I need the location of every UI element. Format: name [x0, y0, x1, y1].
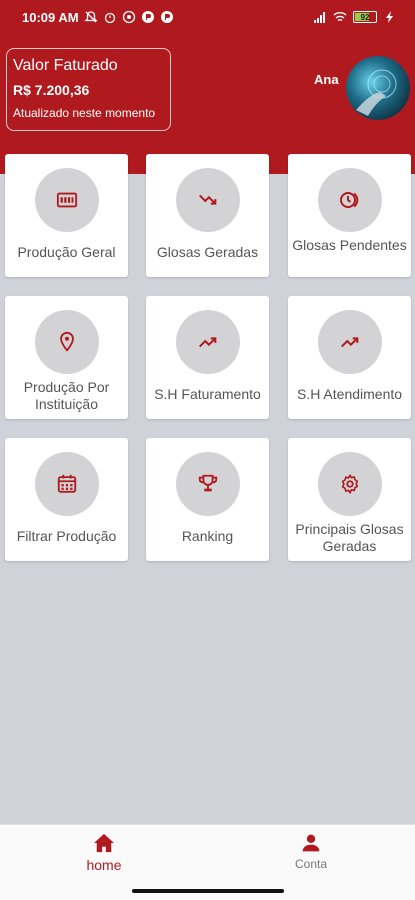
tile-principais-glosas-geradas[interactable]: Principais Glosas Geradas	[288, 438, 411, 561]
tile-filtrar-producao[interactable]: Filtrar Produção	[5, 438, 128, 561]
tile-icon-circle	[317, 452, 382, 516]
tile-label: Filtrar Produção	[16, 528, 117, 544]
tile-icon-circle	[175, 310, 240, 374]
tile-glosas-geradas[interactable]: Glosas Geradas	[146, 154, 269, 277]
tile-glosas-pendentes[interactable]: Glosas Pendentes	[288, 154, 411, 277]
tile-label: Glosas Pendentes	[292, 237, 407, 253]
nav-account-label: Conta	[294, 857, 328, 871]
pending-clock-icon	[339, 192, 358, 208]
status-bar: 10:09 AM 92	[0, 0, 415, 34]
location-pin-icon	[59, 331, 74, 352]
trending-up-icon	[198, 337, 216, 348]
tile-label: S.H Faturamento	[154, 386, 261, 402]
gesture-bar[interactable]	[132, 889, 284, 893]
billing-value: R$ 7.200,36	[13, 82, 90, 98]
gear-icon	[341, 474, 358, 494]
tile-label: Glosas Geradas	[156, 244, 259, 260]
header: Valor Faturado R$ 7.200,36 Atualizado ne…	[0, 34, 415, 174]
tile-sh-faturamento[interactable]: S.H Faturamento	[146, 296, 269, 419]
tile-sh-atendimento[interactable]: S.H Atendimento	[288, 296, 411, 419]
tile-label: Produção Geral	[17, 244, 116, 260]
battery-level: 92	[360, 12, 370, 22]
tile-icon-circle	[317, 168, 382, 232]
wifi-icon	[333, 12, 347, 22]
tile-icon-circle	[34, 310, 99, 374]
tile-icon-circle	[317, 310, 382, 374]
bottom-nav: home Conta	[0, 824, 415, 882]
nav-home-label: home	[86, 857, 122, 873]
avatar[interactable]	[346, 56, 410, 120]
tile-icon-circle	[34, 452, 99, 516]
app-notification-icon-2	[160, 11, 173, 23]
tile-producao-geral[interactable]: Produção Geral	[5, 154, 128, 277]
tile-label: S.H Atendimento	[296, 386, 403, 402]
tile-label: Principais Glosas Geradas	[295, 521, 404, 554]
tile-icon-circle	[34, 168, 99, 232]
billing-title: Valor Faturado	[13, 57, 118, 74]
battery-icon: 92	[353, 11, 377, 23]
tile-label: Produção Por Instituição	[23, 379, 110, 412]
home-icon	[94, 833, 114, 853]
trending-up-icon	[340, 337, 358, 348]
alarm-icon	[104, 12, 115, 24]
nav-home[interactable]: home	[78, 833, 130, 873]
trending-down-icon	[198, 194, 216, 205]
trophy-icon	[198, 474, 217, 492]
avatar-image	[356, 69, 397, 116]
billing-card: Valor Faturado R$ 7.200,36 Atualizado ne…	[6, 48, 171, 131]
status-time: 10:09 AM	[22, 9, 79, 25]
nav-account[interactable]: Conta	[285, 833, 337, 871]
tile-icon-circle	[175, 168, 240, 232]
tile-producao-por-instituicao[interactable]: Produção Por Instituição	[5, 296, 128, 419]
whatsapp-icon	[122, 10, 135, 24]
gesture-area	[0, 882, 415, 900]
notification-off-icon	[84, 11, 98, 23]
user-name: Ana	[314, 72, 339, 87]
tile-ranking[interactable]: Ranking	[146, 438, 269, 561]
signal-icon	[314, 12, 325, 23]
production-report-icon	[56, 192, 77, 208]
app-notification-icon	[141, 11, 154, 23]
billing-updated: Atualizado neste momento	[13, 106, 156, 120]
tile-label: Ranking	[181, 528, 234, 544]
calendar-icon	[57, 474, 76, 493]
tile-icon-circle	[175, 452, 240, 516]
user-icon	[302, 834, 320, 852]
charging-icon	[386, 11, 393, 23]
